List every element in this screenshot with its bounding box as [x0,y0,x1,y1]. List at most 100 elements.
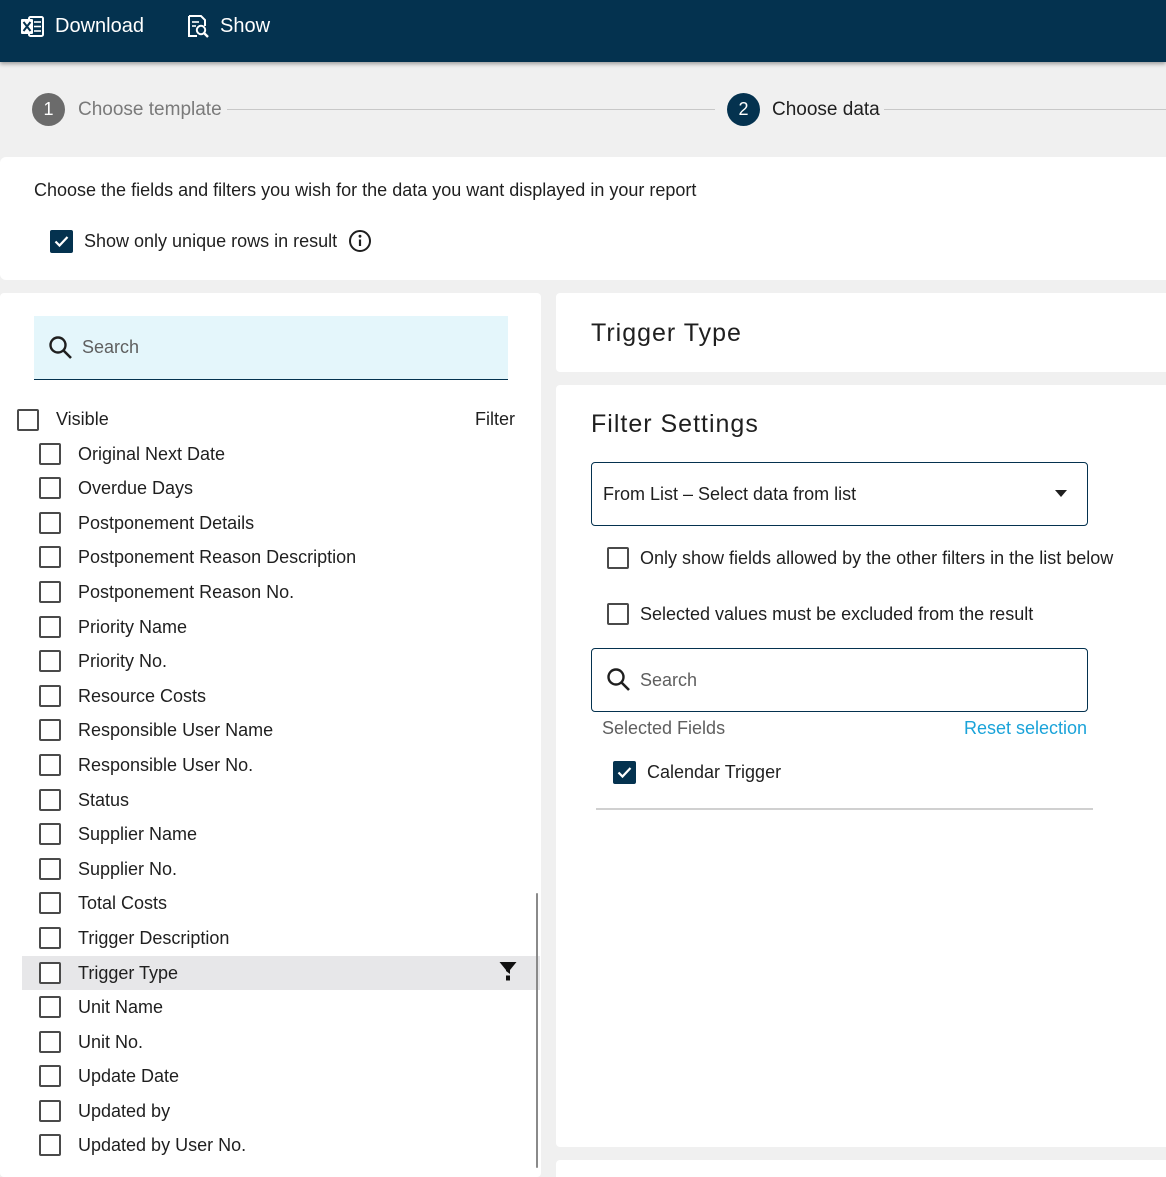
field-visible-checkbox[interactable] [39,1134,61,1157]
field-label: Postponement Details [78,512,255,533]
field-visible-checkbox[interactable] [39,684,61,707]
only-allowed-checkbox[interactable] [607,547,629,569]
search-icon [49,335,72,359]
show-label: Show [220,14,271,37]
field-visible-checkbox[interactable] [39,892,61,915]
checkmark-icon [617,767,632,779]
field-list-item[interactable]: Trigger Description [22,921,540,956]
field-list-item[interactable]: Updated by [22,1094,540,1129]
show-button[interactable]: Show [186,0,270,52]
field-list-item[interactable]: Unit No. [22,1025,540,1060]
checkmark-icon [54,235,69,247]
only-allowed-option[interactable]: Only show fields allowed by the other fi… [607,547,1113,569]
field-list-item[interactable]: Priority No. [22,644,540,679]
field-list-panel: Search Visible Filter Next DateOriginal … [0,293,541,1177]
top-toolbar: Download Show [0,0,1166,62]
info-icon[interactable] [348,229,372,253]
field-label: Unit No. [78,1031,144,1052]
divider [596,808,1093,810]
field-visible-checkbox[interactable] [39,926,61,949]
field-list-item[interactable]: Postponement Details [22,506,540,541]
field-visible-checkbox[interactable] [39,996,61,1019]
field-list-header: Visible Filter [17,407,517,433]
unique-rows-checkbox[interactable] [50,229,73,253]
field-visible-checkbox[interactable] [39,1099,61,1122]
field-visible-checkbox[interactable] [39,719,61,742]
field-list-item[interactable]: Trigger Type [22,955,540,991]
download-label: Download [55,14,144,37]
reset-selection-link[interactable]: Reset selection [964,718,1087,739]
document-search-icon [188,14,209,38]
field-label: Responsible User No. [78,754,254,775]
field-list-item[interactable]: Updated by User No. [22,1128,540,1163]
field-list-item[interactable]: Status [22,783,540,818]
field-visible-checkbox[interactable] [39,857,61,880]
step-2-circle[interactable]: 2 [727,93,760,126]
step-2-label[interactable]: Choose data [772,99,880,121]
field-list-item[interactable]: Unit Name [22,990,540,1025]
field-label: Postponement Reason No. [78,581,295,602]
filter-settings-card: Filter Settings From List – Select data … [556,385,1166,1147]
field-visible-checkbox[interactable] [39,442,61,465]
field-label: Update Date [78,1066,180,1087]
filter-mode-select[interactable]: From List – Select data from list [591,462,1088,526]
field-list-item[interactable]: Resource Costs [22,679,540,714]
select-all-checkbox[interactable] [17,409,39,431]
field-search-input[interactable]: Search [34,316,508,380]
exclude-checkbox[interactable] [607,603,629,625]
field-visible-checkbox[interactable] [39,580,61,603]
field-list-item[interactable]: Postponement Reason No. [22,575,540,610]
field-visible-checkbox[interactable] [39,511,61,534]
field-visible-checkbox[interactable] [39,546,61,569]
value-search-input[interactable]: Search [591,648,1088,712]
selected-value-checkbox[interactable] [613,761,636,784]
field-visible-checkbox[interactable] [39,1065,61,1088]
field-visible-checkbox[interactable] [39,650,61,673]
field-list-scrollbar[interactable] [536,893,538,1168]
field-label: Postponement Reason Description [78,547,357,568]
field-list-item[interactable]: Responsible User No. [22,748,540,783]
exclude-option[interactable]: Selected values must be excluded from th… [607,603,1033,625]
field-visible-checkbox[interactable] [39,961,61,984]
unique-rows-option[interactable]: Show only unique rows in result [50,229,372,253]
field-label: Status [78,789,130,810]
intro-text: Choose the fields and filters you wish f… [34,180,697,200]
search-placeholder: Search [82,337,140,357]
field-list-item[interactable]: Original Next Date [22,437,540,472]
field-list-item[interactable]: Overdue Days [22,471,540,506]
only-allowed-label: Only show fields allowed by the other fi… [640,547,1114,568]
field-visible-checkbox[interactable] [39,1030,61,1053]
field-visible-checkbox[interactable] [39,477,61,500]
field-list-item[interactable]: Total Costs [22,886,540,921]
filter-icon[interactable] [499,961,517,986]
field-list-item[interactable]: Responsible User Name [22,713,540,748]
search-placeholder: Search [640,669,698,690]
field-label: Trigger Description [78,927,230,948]
field-list-item[interactable]: Postponement Reason Description [22,540,540,575]
search-icon [607,668,630,691]
step-1-circle[interactable]: 1 [32,93,65,126]
dropdown-caret-icon [1055,490,1067,497]
download-button[interactable]: Download [20,0,144,52]
selected-value-item[interactable]: Calendar Trigger [613,761,781,784]
field-visible-checkbox[interactable] [39,615,61,638]
step-connector [884,109,1166,110]
field-label: Supplier No. [78,858,178,879]
field-label: Priority No. [78,651,168,672]
field-list-scroll[interactable]: Next DateOriginal Next DateOverdue DaysP… [0,433,541,1177]
filter-mode-value: From List – Select data from list [603,483,857,504]
field-list-item[interactable]: Update Date [22,1059,540,1094]
field-visible-checkbox[interactable] [39,788,61,811]
field-list: Next DateOriginal Next DateOverdue DaysP… [22,433,540,1163]
field-visible-checkbox[interactable] [39,823,61,846]
field-list-item[interactable]: Supplier No. [22,852,540,887]
field-visible-checkbox[interactable] [39,753,61,776]
step-1-label[interactable]: Choose template [78,99,222,121]
unique-rows-label: Show only unique rows in result [84,230,338,251]
field-label: Resource Costs [78,685,207,706]
excel-icon [21,15,44,37]
field-list-item[interactable]: Supplier Name [22,817,540,852]
field-label: Responsible User Name [78,720,274,741]
field-list-item[interactable]: Priority Name [22,610,540,645]
field-title-card: Trigger Type [556,293,1166,372]
